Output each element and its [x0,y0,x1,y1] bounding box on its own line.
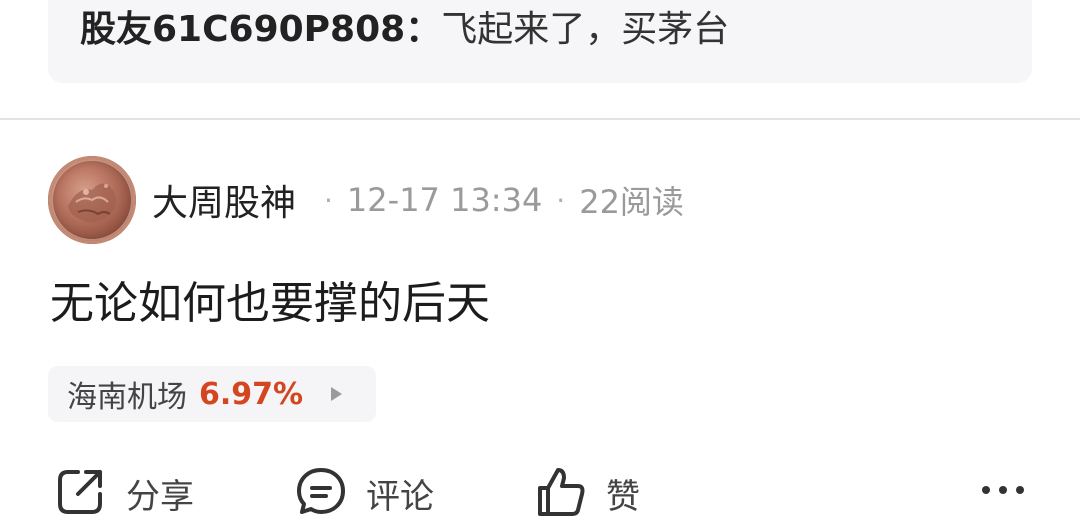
like-label: 赞 [606,476,640,517]
share-icon [54,464,108,522]
share-button[interactable]: 分享 [54,464,194,522]
share-label: 分享 [126,476,194,517]
comment-icon [294,464,348,522]
more-icon[interactable] [982,486,1024,494]
quoted-username[interactable]: 股友61C690P808 [80,9,405,50]
author-name[interactable]: 大周股神 [152,174,296,226]
read-count: 22阅读 [579,183,684,221]
thumbs-up-icon [534,464,588,522]
like-button[interactable]: 赞 [534,464,640,522]
comment-label: 评论 [366,476,434,517]
post-content[interactable]: 无论如何也要撑的后天 [50,272,490,336]
quoted-separator: ： [405,9,442,50]
quoted-reply-text: 股友61C690P808：飞起来了，买茅台 [80,4,729,56]
meta-separator: · [324,183,333,217]
stock-name: 海南机场 [67,380,187,415]
stock-tag[interactable]: 海南机场 6.97% [48,366,376,422]
meta-separator: · [556,183,566,217]
avatar[interactable] [48,156,136,244]
play-arrow-icon [331,387,343,401]
quoted-message: 飞起来了，买茅台 [441,9,730,50]
post-meta: · 12-17 13:34 · 22阅读 [310,177,684,223]
comment-button[interactable]: 评论 [294,464,434,522]
action-bar: 分享 评论 赞 [0,460,1080,520]
quoted-reply[interactable]: 股友61C690P808：飞起来了，买茅台 [48,0,1032,83]
divider [0,118,1080,120]
stock-change: 6.97% [199,376,304,412]
post-date: 12-17 13:34 [346,181,543,219]
post-header: 大周股神 · 12-17 13:34 · 22阅读 [48,155,684,245]
